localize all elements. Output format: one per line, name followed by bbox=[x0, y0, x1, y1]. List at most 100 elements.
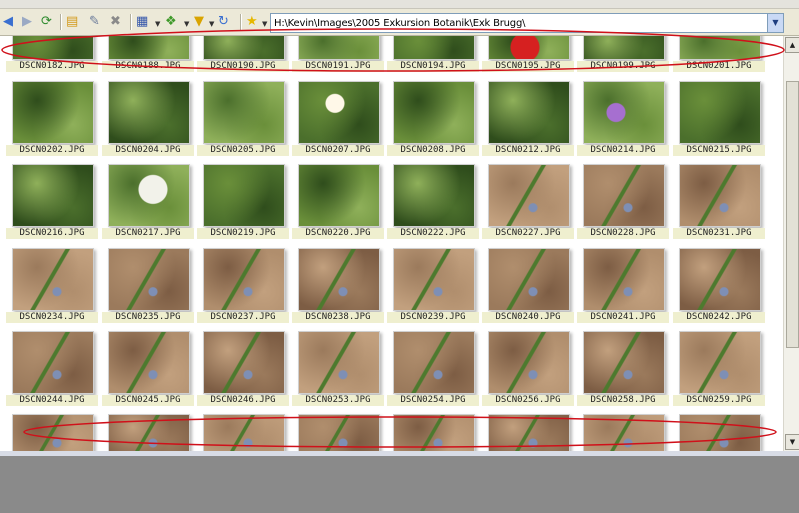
thumbnail-image[interactable] bbox=[298, 331, 380, 394]
thumbnail-image[interactable] bbox=[108, 331, 190, 394]
thumbnail-item[interactable]: DSCN0220.JPG bbox=[292, 164, 384, 241]
thumbnail-image[interactable] bbox=[679, 414, 761, 451]
address-path[interactable]: H:\Kevin\Images\2005 Exkursion Botanik\E… bbox=[271, 18, 525, 29]
thumbnail-item[interactable]: DSCN0253.JPG bbox=[292, 331, 384, 408]
thumbnail-image[interactable] bbox=[488, 414, 570, 451]
thumbnail-item[interactable]: DSCN0188.JPG bbox=[102, 36, 194, 74]
thumbnail-item[interactable]: DSCN0199.JPG bbox=[577, 36, 669, 74]
thumbnail-item[interactable]: DSCN0256.JPG bbox=[482, 331, 574, 408]
thumbnail-image[interactable] bbox=[108, 164, 190, 227]
scroll-up-button[interactable]: ▲ bbox=[785, 37, 799, 53]
thumbnail-item[interactable]: DSCN0194.JPG bbox=[387, 36, 479, 74]
thumbnail-item[interactable]: DSCN0254.JPG bbox=[387, 331, 479, 408]
thumbnail-image[interactable] bbox=[203, 414, 285, 451]
scrollbar-thumb[interactable] bbox=[786, 81, 799, 348]
thumbnail-item[interactable]: DSCN0208.JPG bbox=[387, 81, 479, 158]
thumbnail-image[interactable] bbox=[12, 331, 94, 394]
thumbnail-image[interactable] bbox=[108, 81, 190, 144]
thumbnail-image[interactable] bbox=[679, 164, 761, 227]
thumbnail-item[interactable]: DSCN0214.JPG bbox=[577, 81, 669, 158]
thumbnail-image[interactable] bbox=[393, 81, 475, 144]
thumbnail-image[interactable] bbox=[583, 331, 665, 394]
thumbnail-item[interactable]: DSCN0228.JPG bbox=[577, 164, 669, 241]
thumbnail-item[interactable]: DSCN0239.JPG bbox=[387, 248, 479, 325]
thumbnail-image[interactable] bbox=[393, 331, 475, 394]
thumbnail-item[interactable]: DSCN0219.JPG bbox=[197, 164, 289, 241]
thumbnail-image[interactable] bbox=[583, 248, 665, 311]
folder-icon[interactable]: ▤ bbox=[66, 13, 78, 31]
thumbnail-item[interactable]: DSCN0258.JPG bbox=[577, 331, 669, 408]
back-arrow-icon[interactable]: ◀ bbox=[3, 13, 13, 31]
thumbnail-image[interactable] bbox=[12, 164, 94, 227]
thumbnail-item[interactable]: DSCN0216.JPG bbox=[6, 164, 98, 241]
thumbnail-image[interactable] bbox=[298, 414, 380, 451]
chevron-down-icon[interactable]: ▼ bbox=[155, 20, 160, 28]
scroll-down-button[interactable]: ▼ bbox=[785, 434, 799, 450]
thumbnail-item[interactable]: DSCN0222.JPG bbox=[387, 164, 479, 241]
thumbnail-image[interactable] bbox=[203, 331, 285, 394]
thumbnail-item[interactable] bbox=[203, 414, 285, 451]
chevron-down-icon[interactable]: ▼ bbox=[184, 20, 189, 28]
thumbnail-image[interactable] bbox=[488, 331, 570, 394]
address-dropdown-button[interactable]: ▼ bbox=[767, 14, 783, 32]
thumbnail-image[interactable] bbox=[108, 248, 190, 311]
thumbnail-image[interactable] bbox=[393, 414, 475, 451]
thumbnail-item[interactable]: DSCN0234.JPG bbox=[6, 248, 98, 325]
thumbnail-item[interactable]: DSCN0235.JPG bbox=[102, 248, 194, 325]
thumbnail-item[interactable]: DSCN0238.JPG bbox=[292, 248, 384, 325]
views-icon[interactable]: ▦ bbox=[136, 13, 148, 31]
thumbnail-item[interactable]: DSCN0190.JPG bbox=[197, 36, 289, 74]
thumbnail-item[interactable]: DSCN0244.JPG bbox=[6, 331, 98, 408]
thumbnail-image[interactable] bbox=[679, 36, 761, 60]
thumbnail-item[interactable] bbox=[393, 414, 475, 451]
thumbnail-item[interactable]: DSCN0207.JPG bbox=[292, 81, 384, 158]
vertical-scrollbar[interactable]: ▲ ▼ bbox=[783, 36, 799, 451]
thumbnail-image[interactable] bbox=[203, 164, 285, 227]
delete-icon[interactable]: ✖ bbox=[110, 13, 121, 31]
thumbnail-item[interactable]: DSCN0227.JPG bbox=[482, 164, 574, 241]
thumbnail-image[interactable] bbox=[203, 248, 285, 311]
thumbnail-image[interactable] bbox=[108, 414, 190, 451]
thumbnail-image[interactable] bbox=[393, 164, 475, 227]
copy-to-icon[interactable]: ✎ bbox=[89, 13, 100, 31]
thumbnail-item[interactable] bbox=[488, 414, 570, 451]
thumbnail-item[interactable]: DSCN0246.JPG bbox=[197, 331, 289, 408]
chevron-down-icon[interactable]: ▼ bbox=[262, 20, 267, 28]
thumbnail-item[interactable]: DSCN0202.JPG bbox=[6, 81, 98, 158]
thumbnail-image[interactable] bbox=[108, 36, 190, 60]
up-folder-icon[interactable]: ⟳ bbox=[41, 13, 52, 31]
thumbnail-image[interactable] bbox=[298, 164, 380, 227]
thumbnail-item[interactable]: DSCN0237.JPG bbox=[197, 248, 289, 325]
thumbnail-image[interactable] bbox=[12, 36, 94, 60]
thumbnail-item[interactable] bbox=[298, 414, 380, 451]
thumbnail-image[interactable] bbox=[203, 36, 285, 60]
thumbnail-image[interactable] bbox=[583, 36, 665, 60]
thumbnail-item[interactable]: DSCN0240.JPG bbox=[482, 248, 574, 325]
thumbnail-image[interactable] bbox=[12, 81, 94, 144]
thumbnail-image[interactable] bbox=[583, 81, 665, 144]
thumbnail-item[interactable]: DSCN0205.JPG bbox=[197, 81, 289, 158]
thumbnail-image[interactable] bbox=[12, 414, 94, 451]
thumbnail-item[interactable] bbox=[679, 414, 761, 451]
thumbnail-image[interactable] bbox=[488, 248, 570, 311]
thumbnail-image[interactable] bbox=[203, 81, 285, 144]
thumbnail-item[interactable]: DSCN0241.JPG bbox=[577, 248, 669, 325]
thumbnail-image[interactable] bbox=[679, 81, 761, 144]
favorites-star-icon[interactable]: ★ bbox=[246, 13, 258, 31]
thumbnail-item[interactable]: DSCN0215.JPG bbox=[673, 81, 765, 158]
thumbnail-image[interactable] bbox=[583, 414, 665, 451]
thumbnail-item[interactable] bbox=[12, 414, 94, 451]
thumbnail-item[interactable] bbox=[583, 414, 665, 451]
thumbnail-item[interactable]: DSCN0217.JPG bbox=[102, 164, 194, 241]
refresh-icon[interactable]: ↻ bbox=[218, 13, 229, 31]
thumbnail-item[interactable]: DSCN0231.JPG bbox=[673, 164, 765, 241]
thumbnail-image[interactable] bbox=[488, 164, 570, 227]
thumbnail-item[interactable]: DSCN0201.JPG bbox=[673, 36, 765, 74]
thumbnail-item[interactable]: DSCN0182.JPG bbox=[6, 36, 98, 74]
thumbnail-image[interactable] bbox=[488, 36, 570, 60]
thumbnail-item[interactable]: DSCN0191.JPG bbox=[292, 36, 384, 74]
thumbnail-image[interactable] bbox=[679, 331, 761, 394]
thumbnail-image[interactable] bbox=[393, 36, 475, 60]
thumbnail-item[interactable]: DSCN0245.JPG bbox=[102, 331, 194, 408]
thumbnail-item[interactable] bbox=[108, 414, 190, 451]
